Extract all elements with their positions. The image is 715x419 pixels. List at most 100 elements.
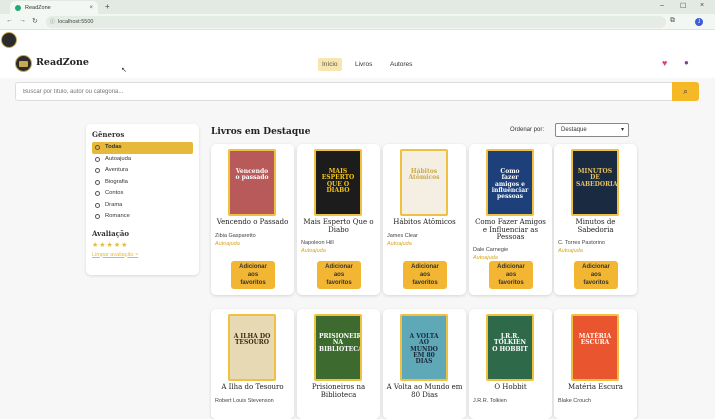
add-to-favorites-button[interactable]: Adicionar aos favoritos	[489, 261, 533, 289]
search-input[interactable]	[23, 83, 663, 100]
book-cover[interactable]: MATÉRIA ESCURA	[571, 314, 619, 381]
book-author: James Clear	[387, 233, 418, 239]
genre-option[interactable]: Biografia	[92, 177, 193, 189]
search-bar: ⌕	[15, 82, 699, 101]
book-author: Napoleon Hill	[301, 240, 334, 246]
address-row: ← → ↻ ⓘ localhost:5500 ⧉	[0, 14, 715, 30]
bookmark-logo-icon[interactable]	[1, 32, 17, 48]
book-card[interactable]: J.R.R. TOLKIEN O HOBBIT O Hobbit J.R.R. To…	[469, 309, 552, 419]
forward-icon[interactable]: →	[19, 17, 26, 24]
radio-icon[interactable]	[95, 168, 100, 174]
favorites-heart-icon[interactable]: ♥	[662, 58, 667, 68]
book-title[interactable]: Mais Esperto Que o Diabo	[300, 218, 377, 234]
user-profile-icon[interactable]: ●	[684, 58, 689, 67]
brand-name[interactable]: ReadZone	[36, 57, 89, 68]
book-author: J.R.R. Tolkien	[473, 398, 507, 404]
book-author: C. Torres Pastorino	[558, 240, 605, 246]
nav-autores[interactable]: Autores	[386, 58, 416, 71]
tab-close-icon[interactable]: ×	[89, 5, 93, 11]
book-card[interactable]: MINUTOS DE SABEDORIA Minutos de Sabedoria…	[554, 144, 637, 295]
book-title[interactable]: Como Fazer Amigos e Influenciar as Pesso…	[472, 218, 549, 242]
add-to-favorites-button[interactable]: Adicionar aos favoritos	[231, 261, 275, 289]
genre-label: Contos	[105, 190, 124, 197]
book-card[interactable]: A VOLTA AO MUNDO EM 80 DIAS A Volta ao Mu…	[383, 309, 466, 419]
new-tab-button[interactable]: +	[105, 2, 110, 11]
radio-icon[interactable]	[95, 191, 100, 197]
book-title[interactable]: Matéria Escura	[557, 383, 634, 392]
back-icon[interactable]: ←	[6, 17, 13, 24]
nav-inicio[interactable]: Início	[318, 58, 342, 71]
maximize-button[interactable]: ☐	[680, 2, 686, 10]
book-title[interactable]: A Ilha do Tesouro	[214, 383, 291, 392]
book-genre: Autoajuda	[387, 241, 412, 247]
book-card[interactable]: MATÉRIA ESCURA Matéria Escura Blake Crouch	[554, 309, 637, 419]
add-to-favorites-button[interactable]: Adicionar aos favoritos	[403, 261, 447, 289]
cover-text: MAIS ESPERTO QUE O DIABO	[321, 168, 355, 194]
book-title[interactable]: Vencendo o Passado	[214, 218, 291, 227]
genre-option[interactable]: Romance	[92, 211, 193, 223]
readzone-logo-icon[interactable]	[15, 55, 32, 72]
genre-label: Biografia	[105, 178, 128, 185]
radio-icon[interactable]	[95, 145, 100, 151]
book-card[interactable]: Vencendo o passado Vencendo o Passado Zibi…	[211, 144, 294, 295]
book-cover[interactable]: Hábitos Atômicos	[400, 149, 448, 216]
radio-icon[interactable]	[95, 179, 100, 185]
book-cover[interactable]: Vencendo o passado	[228, 149, 276, 216]
search-button[interactable]: ⌕	[672, 82, 699, 101]
book-cover[interactable]: MAIS ESPERTO QUE O DIABO	[314, 149, 362, 216]
book-card[interactable]: PRISIONEIROS NA BIBLIOTECA Prisioneiros n…	[297, 309, 380, 419]
book-title[interactable]: Hábitos Atômicos	[386, 218, 463, 227]
minimize-button[interactable]: –	[660, 2, 664, 9]
book-title[interactable]: Prisioneiros na Biblioteca	[300, 383, 377, 399]
book-title[interactable]: A Volta ao Mundo em 80 Dias	[386, 383, 463, 399]
cover-text: A VOLTA AO MUNDO EM 80 DIAS	[409, 333, 439, 366]
clear-rating-link[interactable]: Limpar avaliação ×	[92, 252, 193, 258]
genre-option[interactable]: Todas	[92, 142, 193, 154]
book-author: Blake Crouch	[558, 398, 592, 404]
radio-icon[interactable]	[95, 156, 100, 162]
close-window-button[interactable]: ×	[700, 2, 704, 9]
book-genre: Autoajuda	[215, 241, 240, 247]
radio-icon[interactable]	[95, 202, 100, 208]
book-cover[interactable]: PRISIONEIROS NA BIBLIOTECA	[314, 314, 362, 381]
radio-icon[interactable]	[95, 214, 100, 220]
rating-stars[interactable]: ★★★★★	[92, 241, 193, 249]
genre-label: Aventura	[105, 167, 129, 174]
cover-text: A ILHA DO TESOURO	[233, 333, 271, 347]
book-title[interactable]: O Hobbit	[472, 383, 549, 392]
book-cover[interactable]: Como fazer amigos e influenciar pessoas	[486, 149, 534, 216]
book-card[interactable]: Hábitos Atômicos Hábitos Atômicos James Cl…	[383, 144, 466, 295]
add-to-favorites-button[interactable]: Adicionar aos favoritos	[317, 261, 361, 289]
genre-option[interactable]: Autoajuda	[92, 154, 193, 166]
cover-text: Como fazer amigos e influenciar pessoas	[491, 168, 529, 201]
book-cover[interactable]: A VOLTA AO MUNDO EM 80 DIAS	[400, 314, 448, 381]
book-cover[interactable]: J.R.R. TOLKIEN O HOBBIT	[486, 314, 534, 381]
tab-title: ReadZone	[25, 4, 51, 11]
cover-text: PRISIONEIROS NA BIBLIOTECA	[319, 333, 362, 353]
site-info-icon[interactable]: ⓘ	[50, 18, 55, 25]
extensions-icon[interactable]: ⧉	[670, 17, 675, 25]
book-card[interactable]: MAIS ESPERTO QUE O DIABO Mais Esperto Que…	[297, 144, 380, 295]
sort-select[interactable]: Destaque ▾	[555, 123, 629, 137]
cover-text: J.R.R. TOLKIEN O HOBBIT	[492, 333, 528, 353]
book-cover[interactable]: A ILHA DO TESOURO	[228, 314, 276, 381]
book-cover[interactable]: MINUTOS DE SABEDORIA	[571, 149, 619, 216]
address-bar[interactable]: ⓘ localhost:5500	[46, 16, 666, 28]
cover-text: Vencendo o passado	[235, 168, 269, 182]
genre-option[interactable]: Drama	[92, 200, 193, 212]
browser-profile-avatar[interactable]: J	[695, 18, 703, 26]
book-card[interactable]: A ILHA DO TESOURO A Ilha do Tesouro Robert…	[211, 309, 294, 419]
bookmark-bar	[0, 30, 715, 48]
genre-option[interactable]: Contos	[92, 188, 193, 200]
cover-text: MINUTOS DE SABEDORIA	[576, 168, 618, 188]
nav-livros[interactable]: Livros	[351, 58, 376, 71]
genre-option[interactable]: Aventura	[92, 165, 193, 177]
rating-title: Avaliação	[92, 228, 130, 238]
browser-tab[interactable]: ReadZone ×	[10, 1, 98, 14]
book-card[interactable]: Como fazer amigos e influenciar pessoas C…	[469, 144, 552, 295]
sort-value: Destaque	[561, 127, 587, 133]
add-to-favorites-button[interactable]: Adicionar aos favoritos	[574, 261, 618, 289]
reload-icon[interactable]: ↻	[32, 17, 38, 25]
filter-sidebar: Gêneros Todas Autoajuda Aventura Biografia C…	[86, 124, 199, 275]
book-title[interactable]: Minutos de Sabedoria	[557, 218, 634, 234]
